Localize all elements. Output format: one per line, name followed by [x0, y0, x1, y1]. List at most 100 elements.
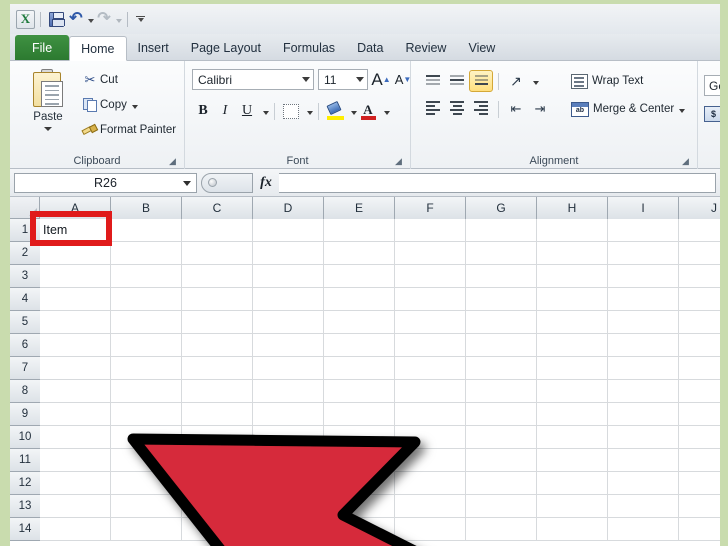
paste-dropdown-caret-icon[interactable] [44, 127, 52, 131]
cell-j13[interactable] [679, 495, 720, 518]
cell-i1[interactable] [608, 219, 679, 242]
cell-e12[interactable] [324, 472, 395, 495]
cell-j7[interactable] [679, 357, 720, 380]
cell-i11[interactable] [608, 449, 679, 472]
cell-g13[interactable] [466, 495, 537, 518]
cell-e10[interactable] [324, 426, 395, 449]
cell-f10[interactable] [395, 426, 466, 449]
number-format-combobox[interactable]: Ge [704, 75, 720, 96]
row-header-11[interactable]: 11 [10, 449, 40, 472]
cell-c14[interactable] [182, 518, 253, 541]
cell-e8[interactable] [324, 380, 395, 403]
cell-f3[interactable] [395, 265, 466, 288]
row-header-6[interactable]: 6 [10, 334, 40, 357]
cell-h10[interactable] [537, 426, 608, 449]
cell-c3[interactable] [182, 265, 253, 288]
underline-button[interactable]: U [236, 100, 258, 122]
insert-function-icon[interactable]: fx [253, 175, 279, 191]
cell-b7[interactable] [111, 357, 182, 380]
cell-d4[interactable] [253, 288, 324, 311]
cell-h8[interactable] [537, 380, 608, 403]
cell-d14[interactable] [253, 518, 324, 541]
cell-d3[interactable] [253, 265, 324, 288]
excel-logo-icon[interactable]: X [16, 9, 35, 29]
merge-center-button[interactable]: ab Merge & Center [571, 97, 686, 121]
cell-f9[interactable] [395, 403, 466, 426]
cell-a4[interactable] [40, 288, 111, 311]
cell-g3[interactable] [466, 265, 537, 288]
cell-f8[interactable] [395, 380, 466, 403]
row-header-13[interactable]: 13 [10, 495, 40, 518]
cell-a7[interactable] [40, 357, 111, 380]
align-left-button[interactable] [421, 98, 445, 120]
cell-d9[interactable] [253, 403, 324, 426]
cell-f14[interactable] [395, 518, 466, 541]
cell-d5[interactable] [253, 311, 324, 334]
cell-a10[interactable] [40, 426, 111, 449]
font-name-caret-icon[interactable] [302, 77, 310, 82]
cut-button[interactable]: ✂ Cut [80, 69, 118, 91]
cell-d6[interactable] [253, 334, 324, 357]
cell-c13[interactable] [182, 495, 253, 518]
cell-a9[interactable] [40, 403, 111, 426]
cell-j2[interactable] [679, 242, 720, 265]
cell-i8[interactable] [608, 380, 679, 403]
cell-a14[interactable] [40, 518, 111, 541]
column-header-h[interactable]: H [537, 197, 608, 219]
font-size-combobox[interactable]: 11 [318, 69, 368, 90]
cell-j10[interactable] [679, 426, 720, 449]
cell-c6[interactable] [182, 334, 253, 357]
font-size-caret-icon[interactable] [356, 77, 364, 82]
cell-g1[interactable] [466, 219, 537, 242]
column-header-a[interactable]: A [40, 197, 111, 219]
cell-c4[interactable] [182, 288, 253, 311]
cell-a6[interactable] [40, 334, 111, 357]
save-icon[interactable] [46, 9, 66, 29]
cell-e6[interactable] [324, 334, 395, 357]
grow-font-button[interactable]: A ▲ [371, 69, 391, 90]
cell-a8[interactable] [40, 380, 111, 403]
cell-e7[interactable] [324, 357, 395, 380]
cell-d11[interactable] [253, 449, 324, 472]
cell-b2[interactable] [111, 242, 182, 265]
font-dialog-launcher-icon[interactable]: ◢ [395, 156, 405, 166]
increase-indent-button[interactable]: ⇥ [528, 98, 552, 120]
align-bottom-button[interactable] [469, 70, 493, 92]
align-middle-button[interactable] [445, 70, 469, 92]
cell-c2[interactable] [182, 242, 253, 265]
cell-f2[interactable] [395, 242, 466, 265]
cell-h3[interactable] [537, 265, 608, 288]
cell-a5[interactable] [40, 311, 111, 334]
cell-h1[interactable] [537, 219, 608, 242]
cell-e9[interactable] [324, 403, 395, 426]
cell-c5[interactable] [182, 311, 253, 334]
cell-h13[interactable] [537, 495, 608, 518]
cell-f7[interactable] [395, 357, 466, 380]
column-header-f[interactable]: F [395, 197, 466, 219]
merge-center-dropdown-caret-icon[interactable] [679, 108, 686, 113]
cell-b4[interactable] [111, 288, 182, 311]
cell-f11[interactable] [395, 449, 466, 472]
cell-g10[interactable] [466, 426, 537, 449]
cell-b9[interactable] [111, 403, 182, 426]
cell-h12[interactable] [537, 472, 608, 495]
cell-c9[interactable] [182, 403, 253, 426]
column-header-c[interactable]: C [182, 197, 253, 219]
italic-button[interactable]: I [214, 100, 236, 122]
font-color-dropdown-caret-icon[interactable] [384, 110, 390, 115]
borders-dropdown-caret-icon[interactable] [307, 110, 313, 115]
tab-insert[interactable]: Insert [127, 36, 180, 60]
row-header-2[interactable]: 2 [10, 242, 40, 265]
cell-g9[interactable] [466, 403, 537, 426]
name-box[interactable]: R26 [14, 172, 197, 193]
cell-d8[interactable] [253, 380, 324, 403]
cell-h11[interactable] [537, 449, 608, 472]
cell-b5[interactable] [111, 311, 182, 334]
cell-a13[interactable] [40, 495, 111, 518]
row-header-10[interactable]: 10 [10, 426, 40, 449]
cell-g7[interactable] [466, 357, 537, 380]
cell-j5[interactable] [679, 311, 720, 334]
underline-dropdown-caret-icon[interactable] [263, 110, 269, 115]
row-header-4[interactable]: 4 [10, 288, 40, 311]
cell-j1[interactable] [679, 219, 720, 242]
